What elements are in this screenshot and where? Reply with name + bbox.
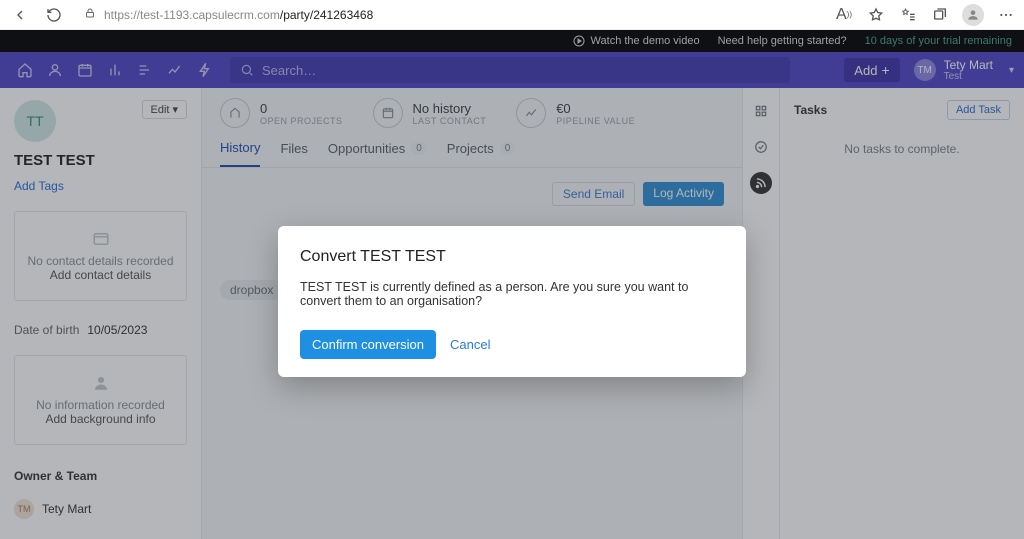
browser-chrome: https://test-1193.capsulecrm.com/party/2… xyxy=(0,0,1024,30)
cancel-button[interactable]: Cancel xyxy=(450,337,490,352)
confirm-conversion-button[interactable]: Confirm conversion xyxy=(300,330,436,359)
browser-url-bar[interactable]: https://test-1193.capsulecrm.com/party/2… xyxy=(76,4,696,26)
modal-body: TEST TEST is currently defined as a pers… xyxy=(300,280,724,308)
favorite-icon[interactable] xyxy=(866,5,886,25)
lock-icon xyxy=(84,7,96,22)
favorites-bar-icon[interactable] xyxy=(898,5,918,25)
modal-title: Convert TEST TEST xyxy=(300,248,724,266)
collections-icon[interactable] xyxy=(930,5,950,25)
browser-refresh-icon[interactable] xyxy=(42,3,66,27)
url-path: /party/241263468 xyxy=(280,8,373,22)
browser-back-icon[interactable] xyxy=(8,3,32,27)
convert-modal: Convert TEST TEST TEST TEST is currently… xyxy=(278,226,746,377)
browser-profile-icon[interactable] xyxy=(962,4,984,26)
read-aloud-icon[interactable]: A)) xyxy=(834,5,854,25)
url-host: https://test-1193.capsulecrm.com xyxy=(104,8,280,22)
browser-more-icon[interactable] xyxy=(996,5,1016,25)
